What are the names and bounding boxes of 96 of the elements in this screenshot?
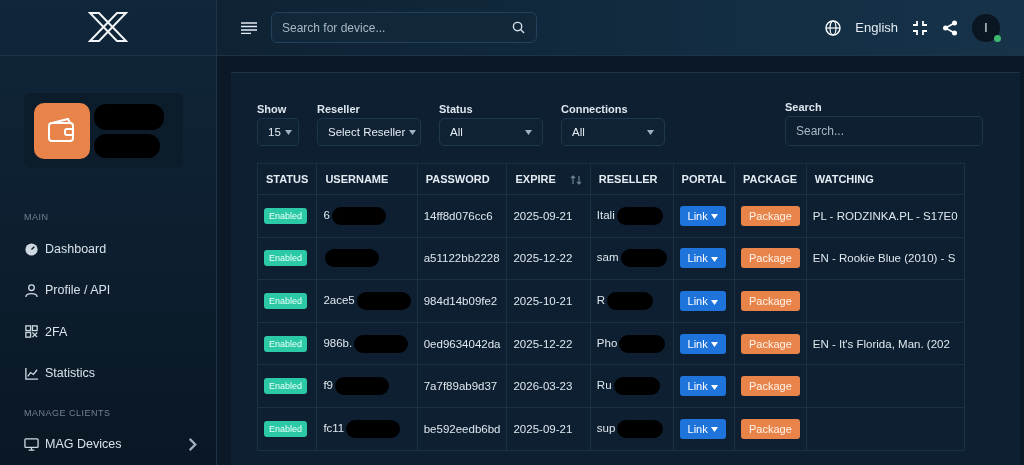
filter-label: Status — [439, 103, 474, 115]
table-cell: 2025-12-22 — [513, 337, 573, 350]
redaction-mark — [619, 334, 666, 353]
column-header: RESELLER — [590, 163, 674, 195]
caret-icon — [710, 427, 718, 433]
caret-icon — [525, 129, 532, 135]
status-badge: Enabled — [264, 250, 308, 267]
logo-icon — [86, 11, 130, 44]
caret-icon — [710, 299, 718, 305]
dropdown[interactable]: All — [439, 118, 543, 146]
table-cell: Pho — [596, 336, 618, 349]
wallet-icon — [34, 102, 90, 159]
link-dropdown-button[interactable]: Link — [679, 291, 726, 311]
table-cell: sam — [596, 251, 619, 264]
qr-code-icon — [24, 324, 39, 340]
table-cell: sup — [596, 421, 616, 434]
link-dropdown-button[interactable]: Link — [679, 333, 726, 354]
table-cell: 984d14b09fe2 — [423, 295, 498, 307]
redaction-mark — [607, 292, 654, 310]
caret-icon — [409, 129, 417, 135]
section-heading: MANAGE CLIENTS — [24, 407, 112, 418]
redaction-mark — [616, 206, 663, 225]
table-cell: a51122bb2228 — [423, 252, 500, 265]
column-header: STATUS — [257, 163, 317, 195]
table-cell: 14ff8d076cc6 — [423, 209, 493, 222]
table-cell: 2025-12-22 — [513, 252, 573, 265]
column-header: USERNAME — [316, 163, 418, 195]
filter-label: Search — [785, 101, 823, 113]
link-dropdown-button[interactable]: Link — [679, 205, 726, 226]
caret-icon — [710, 342, 718, 348]
dropdown[interactable]: All — [561, 118, 665, 146]
sort-icon[interactable] — [569, 175, 582, 186]
nav-item[interactable]: Profile / API — [0, 269, 216, 312]
table-cell: Itali — [596, 208, 615, 221]
search-field[interactable]: Search... — [785, 116, 983, 146]
filter-label: Reseller — [317, 103, 361, 115]
redaction-mark — [620, 249, 667, 268]
table-cell: f9 — [323, 379, 333, 392]
table-cell: R — [596, 294, 606, 306]
nav-item[interactable]: Dashboard — [0, 228, 216, 270]
table-cell: 6 — [323, 208, 330, 221]
share-icon[interactable] — [942, 19, 958, 36]
caret-icon — [647, 129, 654, 135]
table-cell: 2025-10-21 — [513, 295, 573, 307]
status-badge: Enabled — [264, 293, 308, 309]
caret-icon — [710, 384, 718, 390]
table-cell: EN - Rookie Blue (2010) - S — [812, 252, 956, 265]
status-badge: Enabled — [264, 207, 308, 224]
caret-icon — [710, 214, 718, 220]
nav-item[interactable]: 2FA — [0, 311, 216, 353]
search-icon[interactable] — [512, 21, 525, 34]
section-heading: MAIN — [24, 212, 50, 223]
gauge-icon — [24, 241, 39, 257]
table-cell: 2ace5 — [323, 294, 355, 306]
column-header: WATCHING — [806, 163, 965, 195]
table-cell: be592eedb6bd — [423, 422, 501, 435]
filter-label: Connections — [561, 103, 629, 115]
table-cell: 986b. — [323, 336, 353, 349]
status-badge: Enabled — [264, 378, 308, 395]
filter-label: Show — [257, 103, 288, 115]
table-cell: 2025-09-21 — [513, 422, 573, 435]
table-cell: 2025-09-21 — [513, 209, 573, 222]
nav-item[interactable]: MAG Devices — [0, 423, 216, 465]
language-selector[interactable]: English — [855, 20, 898, 35]
column-header: PORTAL — [673, 163, 735, 195]
dropdown[interactable]: Select Reseller — [317, 118, 421, 146]
table-cell: 7a7f89ab9d37 — [423, 380, 498, 393]
avatar-initial: I — [984, 20, 988, 35]
column-header[interactable]: EXPIRE — [506, 163, 591, 195]
status-badge: Enabled — [264, 420, 308, 437]
user-avatar[interactable]: I — [972, 13, 1000, 42]
table-cell: PL - RODZINKA.PL - S17E0 — [812, 209, 958, 222]
caret-icon — [710, 257, 718, 262]
column-header: PACKAGE — [734, 163, 807, 195]
monitor-icon — [24, 436, 39, 452]
link-dropdown-button[interactable]: Link — [679, 376, 726, 397]
status-badge: Enabled — [264, 335, 308, 352]
menu-icon[interactable] — [241, 21, 257, 34]
table-cell: 0ed9634042da — [423, 337, 501, 350]
person-icon — [24, 282, 39, 298]
table-cell: 2026-03-23 — [513, 380, 573, 393]
globe-icon[interactable] — [825, 19, 842, 36]
table-cell: fc11 — [323, 421, 345, 434]
nav-item[interactable]: Statistics — [0, 352, 216, 394]
table-cell: EN - It's Florida, Man. (202 — [812, 337, 950, 350]
dropdown[interactable]: 15 — [257, 118, 299, 146]
link-dropdown-button[interactable]: Link — [679, 248, 726, 269]
column-header: PASSWORD — [417, 163, 507, 195]
exit-fullscreen-icon[interactable] — [912, 19, 928, 36]
table-cell: Ru — [596, 379, 612, 392]
redaction-mark — [617, 419, 664, 438]
link-dropdown-button[interactable]: Link — [679, 418, 726, 439]
search-field[interactable]: Search for device... — [271, 12, 537, 43]
line-chart-icon — [24, 365, 39, 381]
caret-icon — [284, 129, 292, 135]
redaction-mark — [613, 377, 660, 396]
